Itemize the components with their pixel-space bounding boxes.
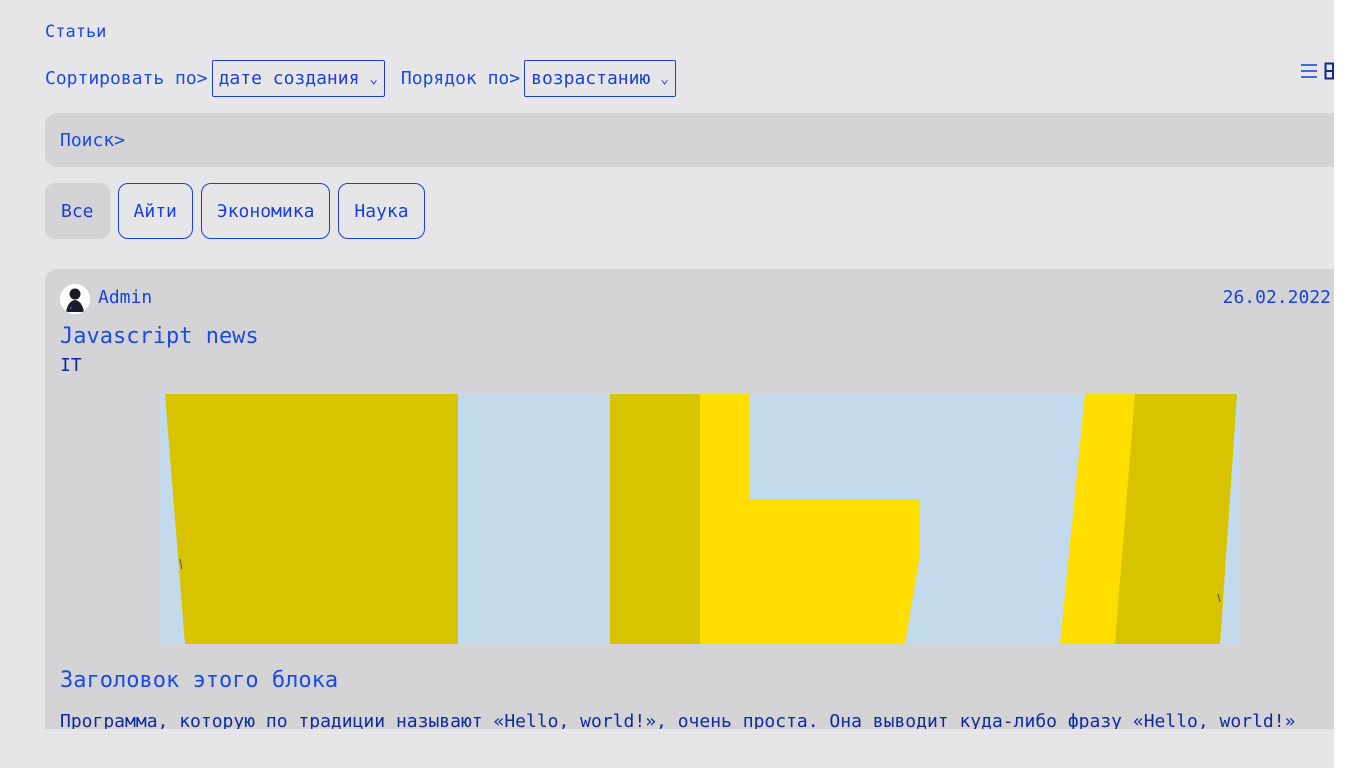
- scrollbar-track[interactable]: [1334, 0, 1350, 768]
- order-label: Порядок по>: [400, 68, 521, 89]
- block-title: Заголовок этого блока: [60, 668, 339, 693]
- article-excerpt: Программа, которую по традиции называют …: [60, 711, 1296, 729]
- article-image: [160, 394, 1240, 644]
- category-science-button[interactable]: Наука: [338, 183, 425, 239]
- author-name[interactable]: Admin: [98, 287, 152, 308]
- category-economy-button[interactable]: Экономика: [200, 183, 331, 239]
- chevron-down-icon: ⌄: [660, 70, 669, 87]
- avatar: [60, 284, 90, 314]
- category-filters: Все Айти Экономика Наука: [45, 183, 425, 239]
- category-it-button[interactable]: Айти: [117, 183, 193, 239]
- order-value: возрастанию: [531, 68, 651, 89]
- category-all-button[interactable]: Все: [45, 183, 110, 239]
- article-date: 26.02.2022: [1222, 287, 1331, 308]
- page-title-link[interactable]: Статьи: [45, 20, 106, 44]
- search-input[interactable]: Поиск>: [45, 113, 1346, 167]
- page: Статьи Сортировать по> дате создания ⌄ П…: [0, 0, 1346, 768]
- article-card[interactable]: Admin 26.02.2022 Javascript news IT Заго…: [45, 269, 1346, 729]
- order-select[interactable]: возрастанию ⌄: [524, 60, 676, 97]
- sort-by-value: дате создания: [218, 68, 360, 89]
- sort-by-label: Сортировать по>: [45, 68, 208, 89]
- list-icon[interactable]: [1300, 62, 1318, 80]
- chevron-down-icon: ⌄: [369, 70, 378, 87]
- article-title[interactable]: Javascript news: [60, 324, 259, 349]
- search-label: Поиск>: [60, 129, 126, 151]
- sort-controls: Сортировать по> дате создания ⌄ Порядок …: [45, 60, 676, 97]
- article-category: IT: [60, 355, 82, 376]
- sort-by-select[interactable]: дате создания ⌄: [211, 60, 385, 97]
